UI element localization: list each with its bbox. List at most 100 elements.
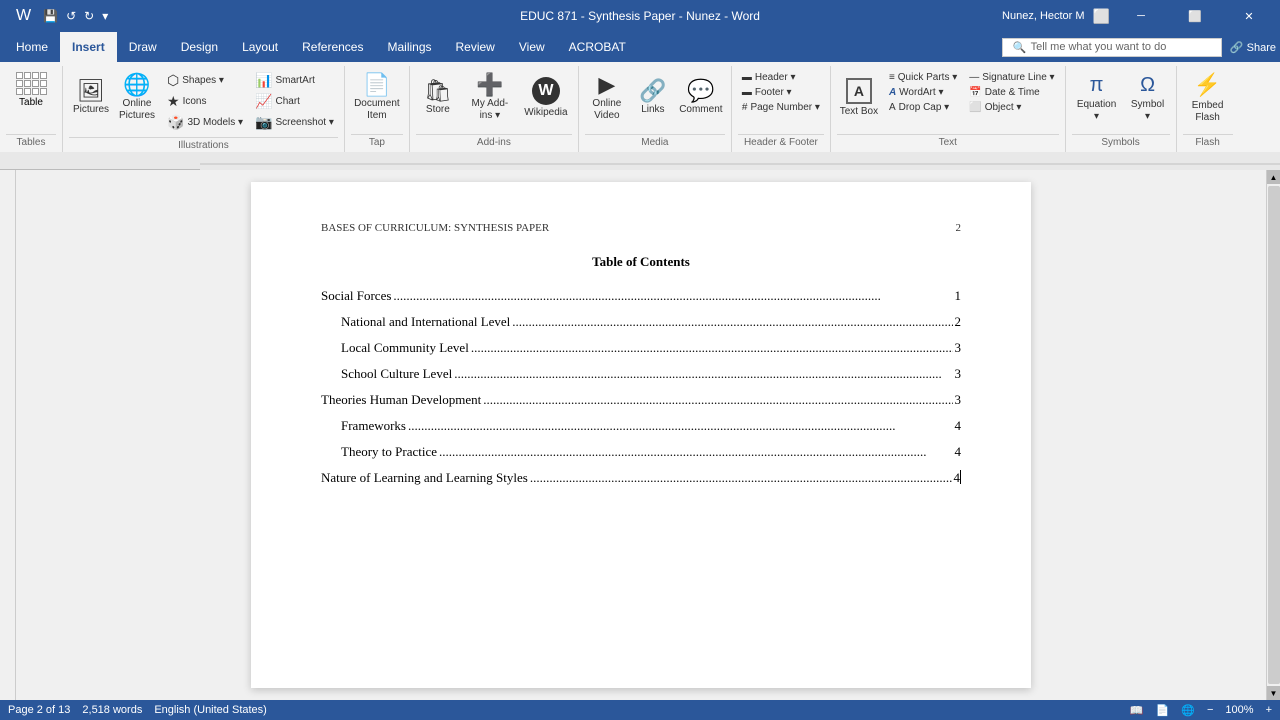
toc-entry: Frameworks..............................… xyxy=(341,418,961,434)
date-time-button[interactable]: 📅 Date & Time xyxy=(965,85,1058,100)
minimize-button[interactable]: ─ xyxy=(1118,0,1164,32)
page-header: BASES OF CURRICULUM: SYNTHESIS PAPER 2 xyxy=(321,222,961,234)
embed-flash-button[interactable]: ⚡ Embed Flash xyxy=(1183,68,1233,128)
text-items: A Text Box ≡ Quick Parts ▾ A WordArt ▾ A… xyxy=(837,68,1059,132)
tab-references[interactable]: References xyxy=(290,32,375,62)
ruler xyxy=(0,152,1280,170)
tab-mailings[interactable]: Mailings xyxy=(375,32,443,62)
footer-button[interactable]: ▬ Footer ▾ xyxy=(738,85,824,100)
symbols-items: π Equation ▾ Ω Symbol ▾ xyxy=(1072,68,1170,132)
shapes-button[interactable]: ⬡ Shapes ▾ xyxy=(163,70,247,91)
tab-draw[interactable]: Draw xyxy=(117,32,169,62)
chart-button[interactable]: 📈 Chart xyxy=(251,91,338,112)
toc-entry: Local Community Level...................… xyxy=(341,340,961,356)
toc-entry-dots: ........................................… xyxy=(471,340,953,356)
view-mode-read[interactable]: 📖 xyxy=(1130,704,1144,717)
restore-button[interactable]: ⬜ xyxy=(1172,0,1218,32)
object-button[interactable]: ⬜ Object ▾ xyxy=(965,100,1058,115)
toc-entry-page: 4 xyxy=(955,444,962,460)
shapes-icon: ⬡ xyxy=(167,72,179,89)
undo-button[interactable]: ↺ xyxy=(64,7,78,25)
ribbon-display-options[interactable]: ⬜ xyxy=(1093,8,1110,25)
illustrations-items: 🖼 Pictures 🌐 OnlinePictures ⬡ Shapes ▾ ★… xyxy=(69,68,338,135)
view-mode-web[interactable]: 🌐 xyxy=(1181,704,1195,717)
customize-qat-button[interactable]: ▾ xyxy=(100,7,110,25)
quick-access-toolbar: W 💾 ↺ ↻ ▾ xyxy=(8,5,116,27)
equation-icon: π xyxy=(1090,74,1104,97)
tab-home[interactable]: Home xyxy=(4,32,60,62)
header-button[interactable]: ▬ Header ▾ xyxy=(738,70,824,85)
online-pictures-button[interactable]: 🌐 OnlinePictures xyxy=(115,68,159,128)
page-info: Page 2 of 13 xyxy=(8,704,70,716)
save-button[interactable]: 💾 xyxy=(41,7,60,25)
addins-items: 🛍 Store ➕ My Add-ins ▾ W Wikipedia xyxy=(416,68,572,132)
symbol-button[interactable]: Ω Symbol ▾ xyxy=(1126,68,1170,128)
title-bar: W 💾 ↺ ↻ ▾ EDUC 871 - Synthesis Paper - N… xyxy=(0,0,1280,32)
smartart-icon: 📊 xyxy=(255,72,272,89)
online-video-button[interactable]: ▶ OnlineVideo xyxy=(585,68,629,128)
header-footer-col: ▬ Header ▾ ▬ Footer ▾ # Page Number ▾ xyxy=(738,68,824,117)
wordart-button[interactable]: A WordArt ▾ xyxy=(885,85,961,100)
quick-parts-button[interactable]: ≡ Quick Parts ▾ xyxy=(885,70,961,85)
links-button[interactable]: 🔗 Links xyxy=(633,68,673,128)
ribbon-group-header-footer: ▬ Header ▾ ▬ Footer ▾ # Page Number ▾ He… xyxy=(732,66,831,152)
icons-icon: ★ xyxy=(167,93,180,110)
redo-button[interactable]: ↻ xyxy=(82,7,96,25)
3d-models-icon: 🎲 xyxy=(167,114,184,131)
icons-button[interactable]: ★ Icons xyxy=(163,91,247,112)
text-box-button[interactable]: A Text Box xyxy=(837,68,881,128)
comment-button[interactable]: 💬 Comment xyxy=(677,68,725,128)
status-bar: Page 2 of 13 2,518 words English (United… xyxy=(0,700,1280,720)
user-name: Nunez, Hector M xyxy=(1002,10,1085,22)
text-col2: — Signature Line ▾ 📅 Date & Time ⬜ Objec… xyxy=(965,68,1058,117)
tab-view[interactable]: View xyxy=(507,32,557,62)
ribbon-group-tables: Table Tables xyxy=(0,66,63,152)
close-button[interactable]: ✕ xyxy=(1226,0,1272,32)
tab-insert[interactable]: Insert xyxy=(60,32,117,62)
tab-layout[interactable]: Layout xyxy=(230,32,290,62)
media-items: ▶ OnlineVideo 🔗 Links 💬 Comment xyxy=(585,68,725,132)
view-mode-print[interactable]: 📄 xyxy=(1156,704,1170,717)
signature-line-button[interactable]: — Signature Line ▾ xyxy=(965,70,1058,85)
document-item-button[interactable]: 📄 DocumentItem xyxy=(351,68,403,128)
scroll-up-button[interactable]: ▲ xyxy=(1267,170,1280,184)
table-button[interactable]: Table xyxy=(6,68,56,112)
zoom-in-button[interactable]: + xyxy=(1266,704,1272,716)
left-margin xyxy=(0,170,16,700)
pictures-button[interactable]: 🖼 Pictures xyxy=(69,68,113,128)
ribbon-search[interactable]: 🔍 Tell me what you want to do xyxy=(1002,38,1222,57)
tab-design[interactable]: Design xyxy=(169,32,230,62)
tab-acrobat[interactable]: ACROBAT xyxy=(557,32,638,62)
3d-models-button[interactable]: 🎲 3D Models ▾ xyxy=(163,112,247,133)
zoom-out-button[interactable]: − xyxy=(1207,704,1213,716)
ribbon-group-addins: 🛍 Store ➕ My Add-ins ▾ W Wikipedia Add-i… xyxy=(410,66,579,152)
media-group-label: Media xyxy=(585,134,725,150)
dropcap-button[interactable]: A Drop Cap ▾ xyxy=(885,100,961,115)
share-button[interactable]: 🔗 Share xyxy=(1230,41,1276,54)
toc-entry-page: 1 xyxy=(955,288,962,304)
chart-icon: 📈 xyxy=(255,93,272,110)
scroll-thumb[interactable] xyxy=(1268,186,1280,684)
vertical-scrollbar[interactable]: ▲ ▼ xyxy=(1266,170,1280,700)
symbols-group-label: Symbols xyxy=(1072,134,1170,150)
wikipedia-button[interactable]: W Wikipedia xyxy=(520,68,572,128)
header-footer-items: ▬ Header ▾ ▬ Footer ▾ # Page Number ▾ xyxy=(738,68,824,132)
my-addins-button[interactable]: ➕ My Add-ins ▾ xyxy=(464,68,516,128)
illustrations-small-col: ⬡ Shapes ▾ ★ Icons 🎲 3D Models ▾ xyxy=(163,68,247,135)
page-number-button[interactable]: # Page Number ▾ xyxy=(738,100,824,115)
equation-button[interactable]: π Equation ▾ xyxy=(1072,68,1122,128)
links-icon: 🔗 xyxy=(639,80,666,102)
header-icon: ▬ xyxy=(742,72,752,83)
search-icon: 🔍 xyxy=(1013,41,1027,54)
store-button[interactable]: 🛍 Store xyxy=(416,68,460,128)
scroll-down-button[interactable]: ▼ xyxy=(1267,686,1280,700)
document-area[interactable]: BASES OF CURRICULUM: SYNTHESIS PAPER 2 T… xyxy=(16,170,1266,700)
smartart-button[interactable]: 📊 SmartArt xyxy=(251,70,338,91)
toc-container: Social Forces...........................… xyxy=(321,288,961,486)
tables-group-label: Tables xyxy=(6,134,56,150)
tab-review[interactable]: Review xyxy=(444,32,507,62)
screenshot-button[interactable]: 📷 Screenshot ▾ xyxy=(251,112,338,133)
toc-entry-text: Theories Human Development xyxy=(321,392,481,408)
toc-entry: Nature of Learning and Learning Styles..… xyxy=(321,470,961,486)
header-footer-group-label: Header & Footer xyxy=(738,134,824,150)
